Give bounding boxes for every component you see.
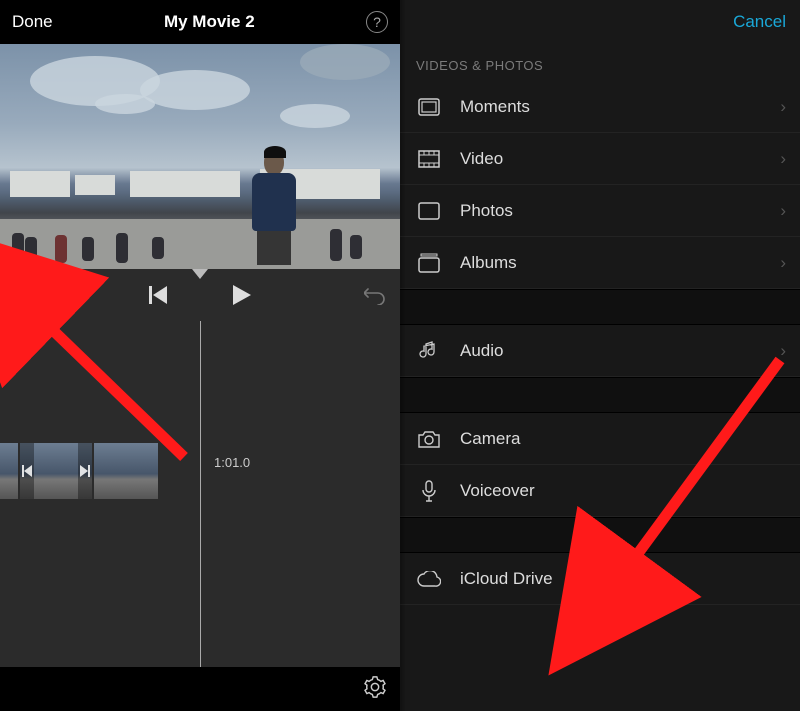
row-icloud-drive[interactable]: iCloud Drive <box>400 553 800 605</box>
timeline[interactable]: 1:01.0 <box>0 321 400 667</box>
done-button[interactable]: Done <box>12 12 53 32</box>
row-audio[interactable]: Audio › <box>400 325 800 377</box>
browser-header: Cancel <box>400 0 800 44</box>
clip-trim-left-icon[interactable] <box>20 443 34 499</box>
cancel-button[interactable]: Cancel <box>733 12 786 32</box>
chevron-right-icon: › <box>780 201 786 221</box>
timecode-label: 1:01.0 <box>214 455 250 470</box>
clip-strip <box>0 441 158 501</box>
skip-back-button[interactable] <box>149 286 169 304</box>
chevron-right-icon: › <box>780 97 786 117</box>
editor-header: Done My Movie 2 ? <box>0 0 400 44</box>
row-photos[interactable]: Photos › <box>400 185 800 237</box>
row-label: Voiceover <box>460 481 535 501</box>
add-media-button[interactable]: + <box>12 279 42 311</box>
chevron-right-icon: › <box>780 253 786 273</box>
row-moments[interactable]: Moments › <box>400 81 800 133</box>
timeline-clip[interactable] <box>20 443 92 499</box>
microphone-icon <box>416 480 442 502</box>
help-button[interactable]: ? <box>366 11 388 33</box>
row-label: Photos <box>460 201 513 221</box>
project-title: My Movie 2 <box>164 12 255 32</box>
timeline-clip[interactable] <box>0 443 18 499</box>
row-label: Camera <box>460 429 520 449</box>
preview-subject <box>242 149 306 265</box>
row-label: Albums <box>460 253 517 273</box>
editor-bottom-bar <box>0 667 400 711</box>
row-voiceover[interactable]: Voiceover <box>400 465 800 517</box>
row-label: Video <box>460 149 503 169</box>
timeline-clip[interactable] <box>94 443 158 499</box>
section-separator <box>400 517 800 553</box>
row-label: Moments <box>460 97 530 117</box>
camera-icon <box>416 430 442 448</box>
row-camera[interactable]: Camera <box>400 413 800 465</box>
section-header-videos-photos: VIDEOS & PHOTOS <box>400 44 800 81</box>
row-label: iCloud Drive <box>460 569 553 589</box>
settings-button[interactable] <box>364 676 386 703</box>
playhead-line[interactable] <box>200 321 201 667</box>
moments-icon <box>416 98 442 116</box>
row-label: Audio <box>460 341 503 361</box>
transport-bar: + <box>0 269 400 321</box>
section-separator <box>400 377 800 413</box>
audio-icon <box>416 341 442 361</box>
clip-trim-right-icon[interactable] <box>78 443 92 499</box>
photos-icon <box>416 202 442 220</box>
video-icon <box>416 150 442 168</box>
row-video[interactable]: Video › <box>400 133 800 185</box>
chevron-right-icon: › <box>780 149 786 169</box>
editor-panel: Done My Movie 2 ? + <box>0 0 400 711</box>
preview-viewport[interactable] <box>0 44 400 269</box>
play-button[interactable] <box>233 285 251 305</box>
cloud-icon <box>416 571 442 587</box>
media-browser-panel: Cancel VIDEOS & PHOTOS Moments › Video ›… <box>400 0 800 711</box>
albums-icon <box>416 253 442 273</box>
row-albums[interactable]: Albums › <box>400 237 800 289</box>
section-separator <box>400 289 800 325</box>
undo-button[interactable] <box>364 285 388 305</box>
chevron-right-icon: › <box>780 341 786 361</box>
